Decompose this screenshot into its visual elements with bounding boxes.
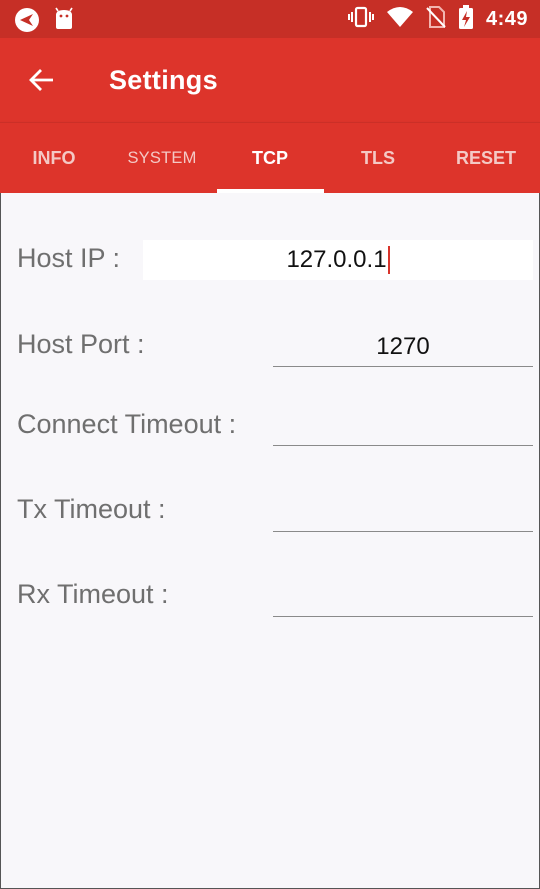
host-ip-input[interactable]: 127.0.0.1 (143, 240, 533, 280)
app-bar: Settings (0, 38, 540, 122)
back-button[interactable] (20, 58, 64, 102)
connect-timeout-label: Connect Timeout : (17, 409, 237, 439)
host-ip-label: Host IP : (17, 243, 121, 273)
host-ip-value: 127.0.0.1 (286, 246, 387, 273)
android-icon (53, 7, 75, 36)
status-time: 4:49 (485, 7, 528, 30)
host-port-input[interactable]: 1270 (273, 327, 533, 367)
tx-timeout-label: Tx Timeout : (17, 494, 166, 524)
tab-system[interactable]: SYSTEM (108, 123, 216, 193)
host-port-label: Host Port : (17, 329, 145, 359)
host-port-value: 1270 (376, 332, 430, 360)
tab-reset[interactable]: RESET (432, 123, 540, 193)
arrow-back-icon (29, 69, 53, 91)
page-title: Settings (109, 65, 218, 95)
vibrate-icon (347, 5, 374, 34)
wifi-icon (386, 6, 414, 33)
tab-info[interactable]: INFO (0, 123, 108, 193)
no-sim-icon (426, 5, 446, 34)
tab-bar: INFO SYSTEM TCP TLS RESET (0, 122, 540, 193)
tab-tls[interactable]: TLS (324, 123, 432, 193)
connect-timeout-input[interactable] (273, 406, 533, 446)
tcp-settings-form: Host IP : 127.0.0.1 Host Port : 1270 Con… (0, 193, 540, 889)
battery-charging-icon (458, 4, 474, 35)
text-cursor (387, 246, 390, 274)
rx-timeout-input[interactable] (273, 577, 533, 617)
status-bar: 4:49 (0, 0, 540, 38)
app-logo-icon (14, 7, 40, 38)
tx-timeout-input[interactable] (273, 492, 533, 532)
rx-timeout-label: Rx Timeout : (17, 579, 169, 609)
tab-tcp[interactable]: TCP (216, 123, 324, 193)
